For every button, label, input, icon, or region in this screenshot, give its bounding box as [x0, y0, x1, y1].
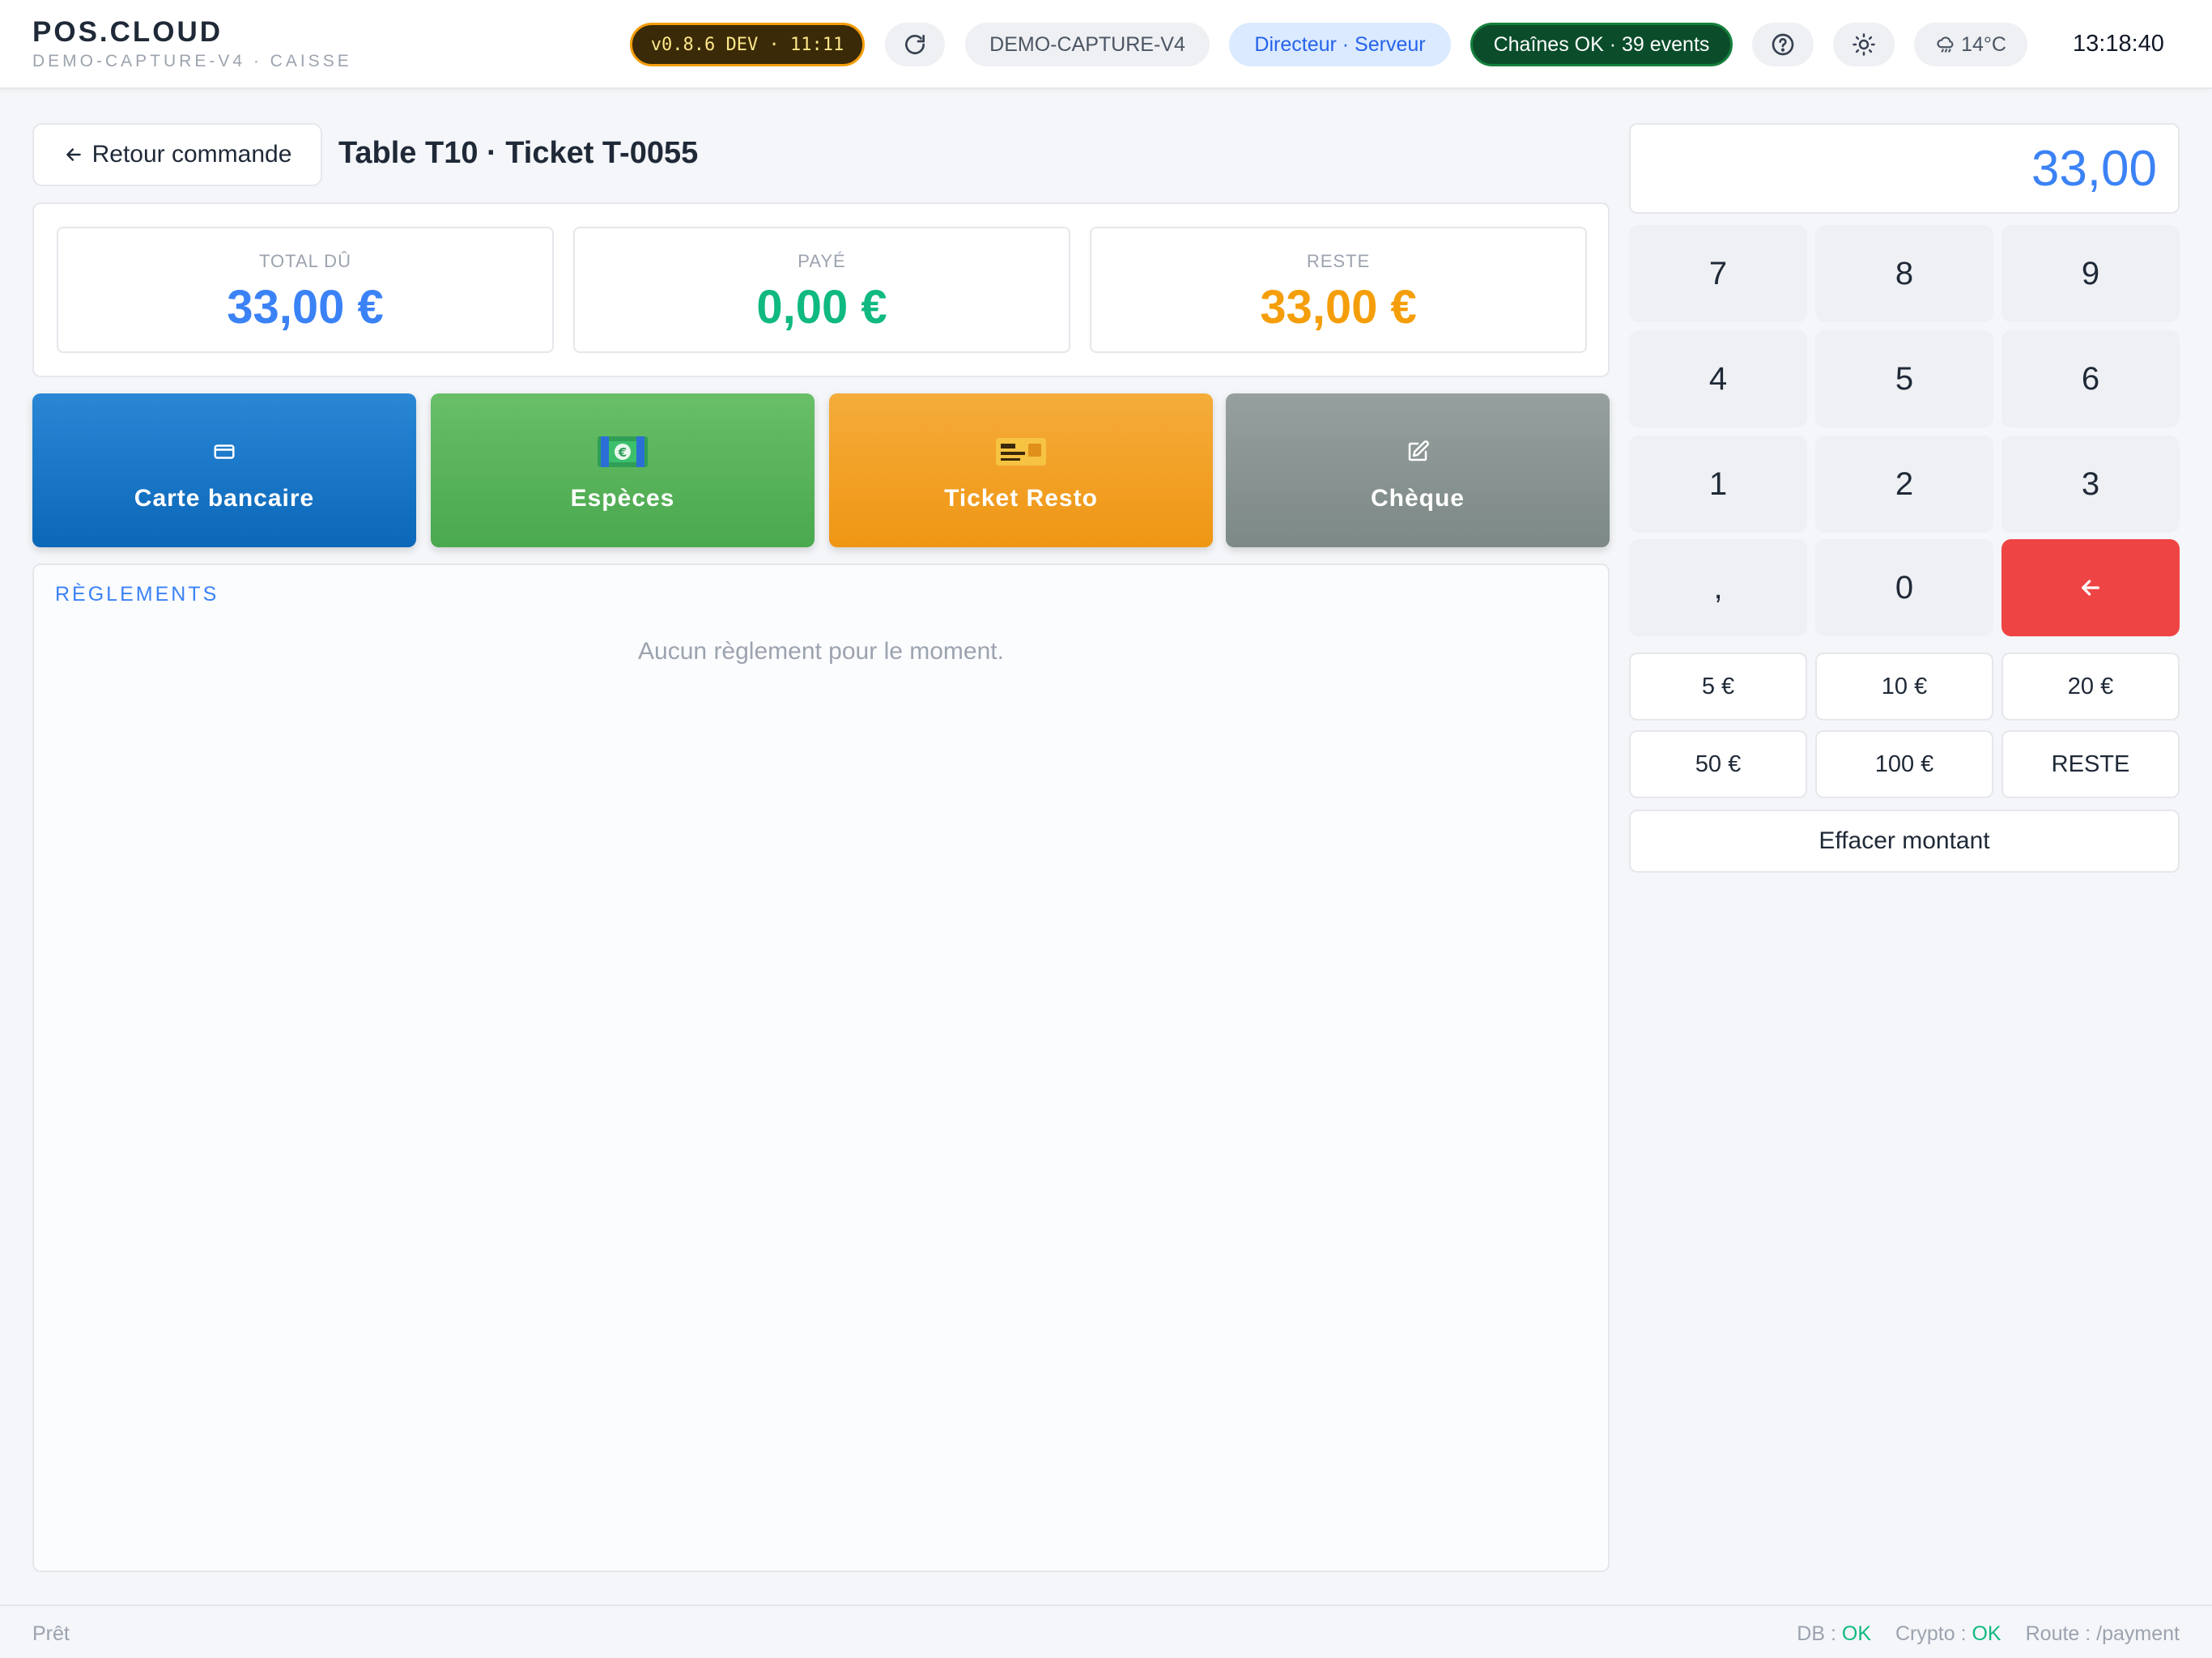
weather-badge[interactable]: 14°C [1914, 23, 2027, 66]
role-badge[interactable]: Directeur · Serveur [1229, 23, 1451, 66]
help-button[interactable] [1752, 23, 1814, 66]
key-4[interactable]: 4 [1629, 330, 1807, 427]
total-due-value: 33,00 € [227, 281, 384, 334]
method-card-label: Carte bancaire [134, 485, 315, 512]
quick-amount-50[interactable]: 50 € [1629, 730, 1807, 798]
total-due-label: TOTAL DÛ [259, 251, 351, 271]
payments-list-card: RÈGLEMENTS Aucun règlement pour le momen… [32, 563, 1610, 1572]
refresh-button[interactable] [885, 23, 945, 66]
banknote-icon: € [598, 436, 648, 467]
paid-box: PAYÉ 0,00 € [573, 227, 1070, 353]
key-comma[interactable]: , [1629, 539, 1807, 636]
key-3[interactable]: 3 [2001, 436, 2180, 533]
device-badge[interactable]: DEMO-CAPTURE-V4 [965, 23, 1210, 66]
db-status-label: DB : [1797, 1622, 1836, 1645]
crypto-status-label: Crypto : [1895, 1622, 1967, 1645]
method-cash-button[interactable]: € Espèces [431, 393, 815, 547]
key-9[interactable]: 9 [2001, 225, 2180, 322]
total-due-box: TOTAL DÛ 33,00 € [57, 227, 554, 353]
payments-empty-message: Aucun règlement pour le moment. [638, 638, 1004, 665]
help-icon [1772, 33, 1794, 56]
method-ticket-resto-button[interactable]: Ticket Resto [829, 393, 1213, 547]
method-cheque-button[interactable]: Chèque [1226, 393, 1610, 547]
top-bar: POS.CLOUD DEMO-CAPTURE-V4 · CAISSE v0.8.… [0, 0, 2212, 89]
method-cheque-label: Chèque [1370, 485, 1465, 512]
db-status: DB : OK [1797, 1622, 1871, 1646]
key-6[interactable]: 6 [2001, 330, 2180, 427]
status-indicators: DB : OK Crypto : OK Route : /payment [1797, 1622, 2180, 1646]
db-status-value: OK [1841, 1622, 1871, 1645]
arrow-left-icon [2082, 580, 2099, 596]
key-2[interactable]: 2 [1815, 436, 1993, 533]
route-status: Route : /payment [2025, 1622, 2180, 1645]
cloud-rain-icon [1937, 36, 1954, 53]
crypto-status-value: OK [1972, 1622, 2001, 1645]
rest-label: RESTE [1306, 251, 1371, 271]
status-bar: Prêt DB : OK Crypto : OK Route : /paymen… [0, 1605, 2212, 1658]
crypto-status: Crypto : OK [1895, 1622, 2001, 1646]
quick-amount-rest[interactable]: RESTE [2001, 730, 2180, 798]
back-to-order-button[interactable]: Retour commande [32, 123, 322, 186]
method-card-button[interactable]: Carte bancaire [32, 393, 416, 547]
amount-display: 33,00 [1629, 123, 2180, 214]
rest-box: RESTE 33,00 € [1090, 227, 1587, 353]
chains-status-badge[interactable]: Chaînes OK · 39 events [1470, 23, 1733, 66]
key-1[interactable]: 1 [1629, 436, 1807, 533]
quick-amount-5[interactable]: 5 € [1629, 653, 1807, 721]
arrow-left-icon [66, 148, 81, 161]
back-to-order-label: Retour commande [91, 141, 292, 168]
quick-amount-10[interactable]: 10 € [1815, 653, 1993, 721]
payments-title: RÈGLEMENTS [55, 583, 219, 606]
paid-value: 0,00 € [756, 281, 887, 334]
key-0[interactable]: 0 [1815, 539, 1993, 636]
backspace-button[interactable] [2001, 539, 2180, 636]
svg-text:€: € [618, 445, 627, 460]
credit-card-icon [214, 444, 235, 459]
clear-amount-button[interactable]: Effacer montant [1629, 810, 2180, 873]
key-8[interactable]: 8 [1815, 225, 1993, 322]
ticket-icon [996, 438, 1046, 466]
weather-temperature: 14°C [1961, 32, 2006, 56]
refresh-icon [905, 35, 925, 54]
page-title: Table T10 · Ticket T-0055 [338, 136, 699, 170]
key-7[interactable]: 7 [1629, 225, 1807, 322]
totals-card: TOTAL DÛ 33,00 € PAYÉ 0,00 € RESTE 33,00… [32, 202, 1610, 377]
clock: 13:18:40 [2073, 31, 2164, 57]
edit-icon [1408, 440, 1429, 461]
method-cash-label: Espèces [570, 485, 675, 512]
key-5[interactable]: 5 [1815, 330, 1993, 427]
quick-amount-20[interactable]: 20 € [2001, 653, 2180, 721]
rest-value: 33,00 € [1260, 281, 1417, 334]
brand: POS.CLOUD DEMO-CAPTURE-V4 · CAISSE [32, 16, 352, 71]
theme-toggle-button[interactable] [1833, 23, 1895, 66]
sun-icon [1853, 33, 1875, 56]
quick-amount-100[interactable]: 100 € [1815, 730, 1993, 798]
brand-subtitle: DEMO-CAPTURE-V4 · CAISSE [32, 52, 352, 70]
method-ticket-resto-label: Ticket Resto [944, 485, 1098, 512]
version-badge: v0.8.6 DEV · 11:11 [630, 23, 865, 66]
paid-label: PAYÉ [798, 251, 846, 271]
brand-title: POS.CLOUD [32, 16, 223, 48]
status-text: Prêt [32, 1622, 70, 1645]
